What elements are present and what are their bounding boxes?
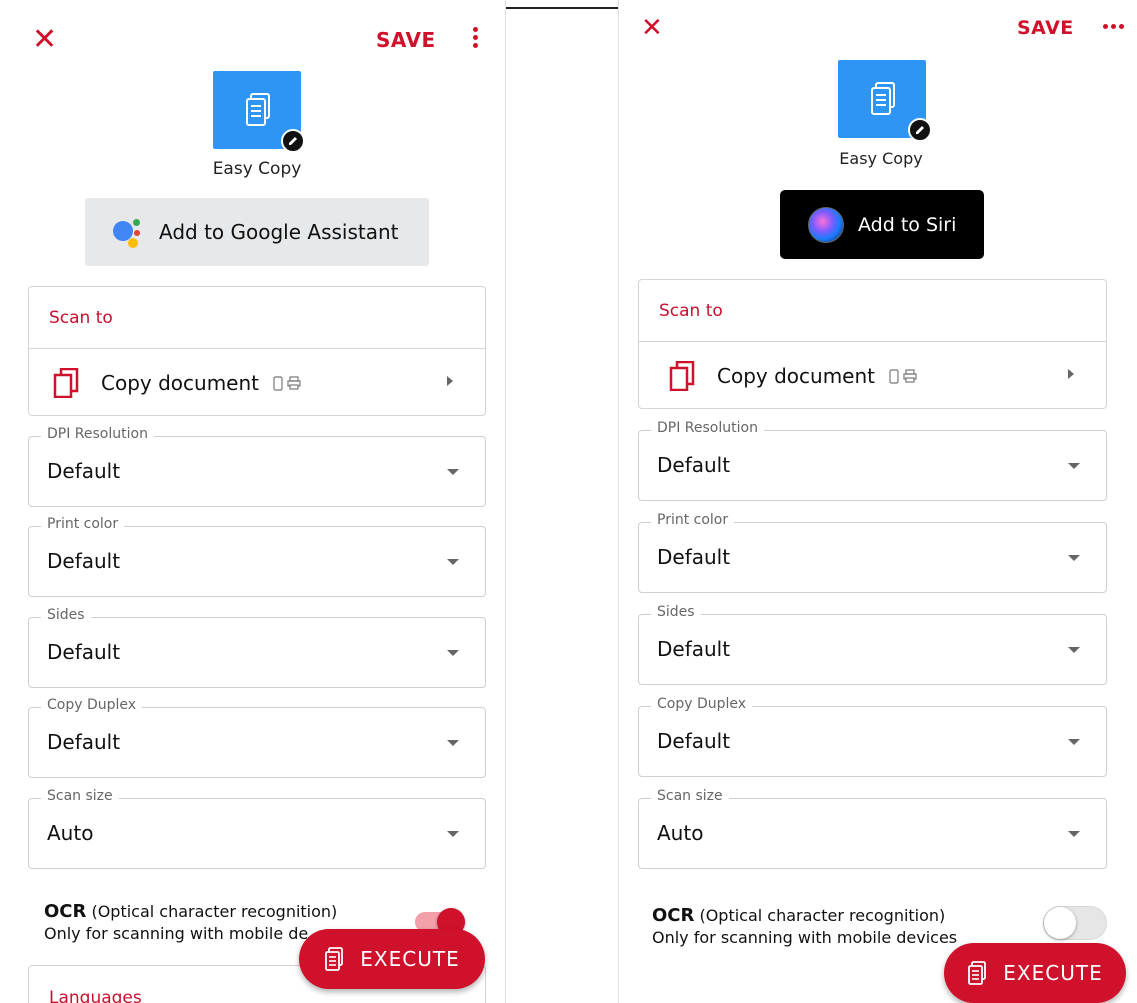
dropdown-arrow-icon bbox=[1068, 739, 1080, 745]
execute-button[interactable]: EXECUTE bbox=[299, 929, 485, 989]
dropdown-arrow-icon bbox=[1068, 831, 1080, 837]
copy-icon bbox=[669, 361, 695, 391]
print-color-label: Print color bbox=[651, 512, 735, 528]
siri-icon bbox=[808, 206, 844, 243]
ios-panel: ✕ SAVE Easy Copy Add to Siri Scan to Cop… bbox=[618, 0, 1137, 1003]
dpi-resolution-value: Default bbox=[657, 453, 731, 477]
android-panel: ✕ SAVE Easy Copy Add to Google Assistant… bbox=[0, 0, 506, 1003]
close-button[interactable]: ✕ bbox=[641, 15, 663, 41]
scan-size-select[interactable]: Scan size Auto bbox=[28, 788, 486, 869]
print-color-select[interactable]: Print color Default bbox=[638, 512, 1107, 593]
ocr-description: OCR (Optical character recognition) Only… bbox=[44, 901, 337, 945]
print-color-value: Default bbox=[47, 549, 121, 573]
copy-icon bbox=[53, 368, 79, 398]
dpi-resolution-select[interactable]: DPI Resolution Default bbox=[28, 426, 486, 507]
sides-value: Default bbox=[47, 640, 121, 664]
scan-size-label: Scan size bbox=[41, 788, 119, 804]
add-to-siri-button[interactable]: Add to Siri bbox=[780, 190, 984, 259]
copy-document-label: Copy document bbox=[717, 364, 875, 388]
copy-duplex-value: Default bbox=[47, 730, 121, 754]
sides-select[interactable]: Sides Default bbox=[638, 604, 1107, 685]
sides-select[interactable]: Sides Default bbox=[28, 607, 486, 688]
scan-size-select[interactable]: Scan size Auto bbox=[638, 788, 1107, 869]
sides-label: Sides bbox=[651, 604, 701, 620]
copy-duplex-label: Copy Duplex bbox=[651, 696, 753, 712]
copy-document-row[interactable]: Copy document bbox=[639, 342, 1106, 410]
save-button[interactable]: SAVE bbox=[376, 28, 436, 52]
copy-duplex-select[interactable]: Copy Duplex Default bbox=[28, 697, 486, 778]
printer-icon bbox=[903, 369, 917, 383]
more-options-icon[interactable] bbox=[473, 27, 479, 51]
languages-header: Languages bbox=[49, 988, 142, 1003]
document-icon bbox=[871, 82, 895, 115]
ocr-toggle[interactable] bbox=[1043, 906, 1107, 940]
scan-to-card: Scan to Copy document bbox=[28, 286, 486, 416]
chevron-right-icon bbox=[447, 376, 453, 386]
dropdown-arrow-icon bbox=[1068, 647, 1080, 653]
dpi-resolution-value: Default bbox=[47, 459, 121, 483]
ocr-title: OCR bbox=[652, 905, 695, 926]
dropdown-arrow-icon bbox=[1068, 463, 1080, 469]
add-to-google-assistant-button[interactable]: Add to Google Assistant bbox=[85, 198, 429, 266]
sides-label: Sides bbox=[41, 607, 91, 623]
ocr-title-rest: (Optical character recognition) bbox=[86, 902, 338, 921]
more-options-icon[interactable] bbox=[1103, 24, 1124, 29]
close-button[interactable]: ✕ bbox=[32, 25, 57, 55]
copy-duplex-value: Default bbox=[657, 729, 731, 753]
copy-duplex-label: Copy Duplex bbox=[41, 697, 143, 713]
ocr-description: OCR (Optical character recognition) Only… bbox=[652, 905, 957, 949]
sides-value: Default bbox=[657, 637, 731, 661]
copy-document-label: Copy document bbox=[101, 371, 259, 395]
google-assistant-icon bbox=[113, 217, 143, 248]
scan-to-header: Scan to bbox=[639, 280, 1106, 342]
print-color-label: Print color bbox=[41, 516, 125, 532]
app-title: Easy Copy bbox=[212, 159, 302, 179]
dropdown-arrow-icon bbox=[447, 740, 459, 746]
dropdown-arrow-icon bbox=[447, 469, 459, 475]
ocr-title-rest: (Optical character recognition) bbox=[694, 906, 946, 925]
ocr-subtitle: Only for scanning with mobile devices bbox=[652, 928, 958, 947]
copy-duplex-select[interactable]: Copy Duplex Default bbox=[638, 696, 1107, 777]
dpi-resolution-select[interactable]: DPI Resolution Default bbox=[638, 420, 1107, 501]
dropdown-arrow-icon bbox=[447, 650, 459, 656]
document-icon bbox=[325, 947, 344, 971]
edit-pencil-icon[interactable] bbox=[908, 118, 932, 142]
scan-size-label: Scan size bbox=[651, 788, 729, 804]
document-icon bbox=[246, 93, 270, 126]
scan-to-header: Scan to bbox=[29, 287, 485, 349]
scan-size-value: Auto bbox=[657, 821, 704, 845]
dpi-resolution-label: DPI Resolution bbox=[41, 426, 154, 442]
document-icon bbox=[968, 961, 987, 985]
print-color-value: Default bbox=[657, 545, 731, 569]
ocr-title: OCR bbox=[44, 901, 87, 922]
chevron-right-icon bbox=[1068, 369, 1074, 379]
dropdown-arrow-icon bbox=[1068, 555, 1080, 561]
printer-icon bbox=[287, 376, 301, 390]
copy-document-row[interactable]: Copy document bbox=[29, 349, 485, 417]
app-title: Easy Copy bbox=[839, 149, 923, 168]
phone-icon bbox=[273, 375, 283, 391]
execute-label: EXECUTE bbox=[1003, 961, 1103, 985]
dropdown-arrow-icon bbox=[447, 559, 459, 565]
edit-pencil-icon[interactable] bbox=[281, 129, 305, 153]
phone-icon bbox=[889, 368, 899, 384]
scan-size-value: Auto bbox=[47, 821, 94, 845]
ocr-subtitle: Only for scanning with mobile de bbox=[44, 924, 309, 943]
siri-button-label: Add to Siri bbox=[858, 213, 957, 236]
scan-to-card: Scan to Copy document bbox=[638, 279, 1107, 409]
top-divider bbox=[506, 7, 618, 9]
save-button[interactable]: SAVE bbox=[1017, 17, 1074, 39]
print-color-select[interactable]: Print color Default bbox=[28, 516, 486, 597]
dpi-resolution-label: DPI Resolution bbox=[651, 420, 764, 436]
assistant-button-label: Add to Google Assistant bbox=[159, 220, 399, 244]
execute-button[interactable]: EXECUTE bbox=[944, 943, 1126, 1003]
dropdown-arrow-icon bbox=[447, 831, 459, 837]
execute-label: EXECUTE bbox=[360, 947, 460, 971]
